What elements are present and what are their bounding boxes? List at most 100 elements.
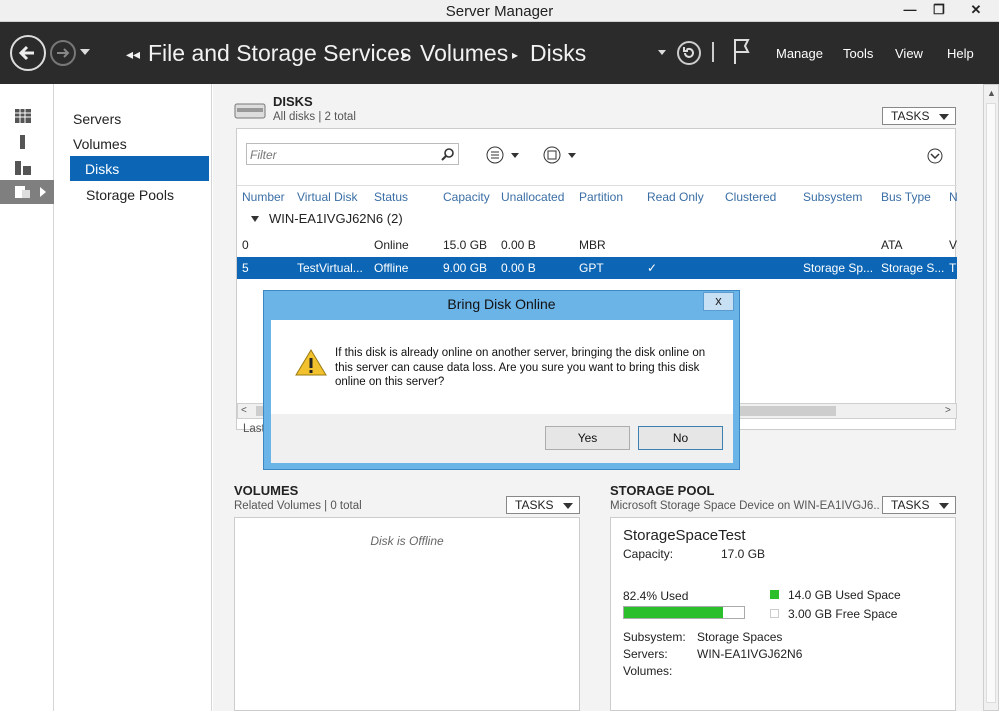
title-bar: Server Manager — ❐ ✕ [0,0,999,22]
minimize-button[interactable]: — [895,0,925,20]
breadcrumb-chevron-icon: ◂◂ [126,46,141,62]
cell-bus-type: ATA [881,238,903,252]
servers-value: WIN-EA1IVGJ62N6 [697,647,803,661]
back-button[interactable] [10,35,46,71]
servers-label: Servers: [623,647,668,661]
nav-item-servers[interactable]: Servers [73,111,121,127]
volumes-label: Volumes: [623,664,673,678]
no-button[interactable]: No [638,426,723,450]
filter-placeholder: Filter [250,148,277,162]
list-view-icon[interactable] [485,145,525,165]
vertical-scroll-thumb[interactable] [986,103,996,703]
expand-chevron-icon [40,187,46,197]
scroll-up-icon[interactable]: ▲ [987,88,996,98]
left-icon-bar [0,84,54,711]
column-header-read-only[interactable]: Read Only [647,190,704,204]
save-query-icon[interactable] [542,145,582,165]
collapse-tile-icon[interactable] [926,147,944,165]
restore-button[interactable]: ❐ [924,0,954,20]
subsystem-label: Subsystem: [623,630,686,644]
cell-partition: MBR [579,238,606,252]
table-row-selected[interactable]: 5 TestVirtual... Offline 9.00 GB 0.00 B … [237,257,957,279]
local-server-icon[interactable] [14,134,32,150]
disk-icon [234,103,266,119]
breadcrumb-disks[interactable]: Disks [530,40,586,67]
group-server-name: WIN-EA1IVGJ62N6 (2) [269,211,403,226]
column-header-n[interactable]: N [949,190,957,204]
table-row[interactable]: 0 Online 15.0 GB 0.00 B MBR ATA V [237,234,957,256]
disks-tasks-dropdown[interactable]: TASKS [882,107,956,125]
back-arrow-icon [18,45,34,61]
subsystem-value: Storage Spaces [697,630,783,644]
used-legend-swatch [770,590,779,599]
column-header-capacity[interactable]: Capacity [443,190,490,204]
cell-virtual-disk: TestVirtual... [297,261,363,275]
nav-item-volumes[interactable]: Volumes [73,136,127,152]
cell-subsystem: Storage Sp... [803,261,874,275]
bring-disk-online-dialog: Bring Disk Online x If this disk is alre… [263,290,740,470]
filter-input[interactable]: Filter [246,143,459,165]
cell-number: 5 [242,261,249,275]
yes-button[interactable]: Yes [545,426,630,450]
volumes-tasks-dropdown[interactable]: TASKS [506,496,580,514]
close-window-button[interactable]: ✕ [953,0,999,20]
header-divider [237,185,957,186]
free-legend-swatch [770,609,779,618]
column-header-number[interactable]: Number [242,190,285,204]
dialog-close-button[interactable]: x [703,292,734,311]
dashboard-icon[interactable] [14,108,32,124]
history-dropdown-icon[interactable] [80,49,90,55]
dialog-button-bar: Yes No [271,414,733,463]
storage-pool-tile: StorageSpaceTest Capacity: 17.0 GB 82.4%… [610,517,956,711]
group-collapse-icon[interactable] [251,216,259,222]
forward-arrow-icon [57,48,70,58]
menu-tools[interactable]: Tools [843,46,873,61]
notifications-flag-icon[interactable] [732,38,752,66]
forward-button[interactable] [50,40,76,66]
volumes-empty-message: Disk is Offline [370,534,444,548]
column-header-partition[interactable]: Partition [579,190,623,204]
all-servers-icon[interactable] [14,160,32,176]
cell-status: Online [374,238,409,252]
pool-usage-bar [623,606,745,619]
breadcrumb-separator-icon: ▸ [512,48,519,62]
dialog-message: If this disk is already online on anothe… [335,347,706,388]
breadcrumb-file-storage[interactable]: File and Storage Services [148,40,411,67]
breadcrumb-dropdown-icon[interactable] [658,50,666,55]
pool-used-percent: 82.4% Used [623,589,689,603]
refresh-button[interactable] [677,41,701,65]
search-icon[interactable] [440,146,456,162]
column-header-clustered[interactable]: Clustered [725,190,776,204]
scroll-right-icon[interactable]: > [945,405,951,416]
used-space-legend: 14.0 GB Used Space [788,588,901,602]
file-storage-nav-item[interactable] [0,180,54,204]
column-header-subsystem[interactable]: Subsystem [803,190,862,204]
pool-name: StorageSpaceTest [623,527,746,544]
menu-view[interactable]: View [895,46,923,61]
scroll-left-icon[interactable]: < [241,405,247,416]
refresh-icon [683,47,694,58]
window-title: Server Manager [445,3,554,20]
menu-manage[interactable]: Manage [776,46,823,61]
warning-icon [295,349,327,376]
cell-n: T [949,261,957,275]
vertical-scrollbar[interactable]: ▲ [983,84,999,711]
storage-pool-subtitle: Microsoft Storage Space Device on WIN-EA… [610,500,880,512]
column-header-unallocated[interactable]: Unallocated [501,190,564,204]
cell-bus-type: Storage S... [881,261,945,275]
pool-usage-fill [624,607,723,618]
column-header-virtual-disk[interactable]: Virtual Disk [297,190,357,204]
cell-capacity: 15.0 GB [443,238,488,252]
cell-number: 0 [242,238,249,252]
column-header-bus-type[interactable]: Bus Type [881,190,931,204]
divider [712,42,714,62]
nav-item-disks[interactable]: Disks [70,156,209,181]
storage-pool-tasks-dropdown[interactable]: TASKS [882,496,956,514]
cell-unallocated: 0.00 B [501,238,536,252]
column-header-status[interactable]: Status [374,190,408,204]
sub-navigation-panel: Servers Volumes Disks Storage Pools [55,84,212,711]
breadcrumb-volumes[interactable]: Volumes [420,40,508,67]
menu-help[interactable]: Help [947,46,974,61]
pool-capacity-value: 17.0 GB [721,547,766,561]
nav-item-storage-pools[interactable]: Storage Pools [86,187,174,203]
